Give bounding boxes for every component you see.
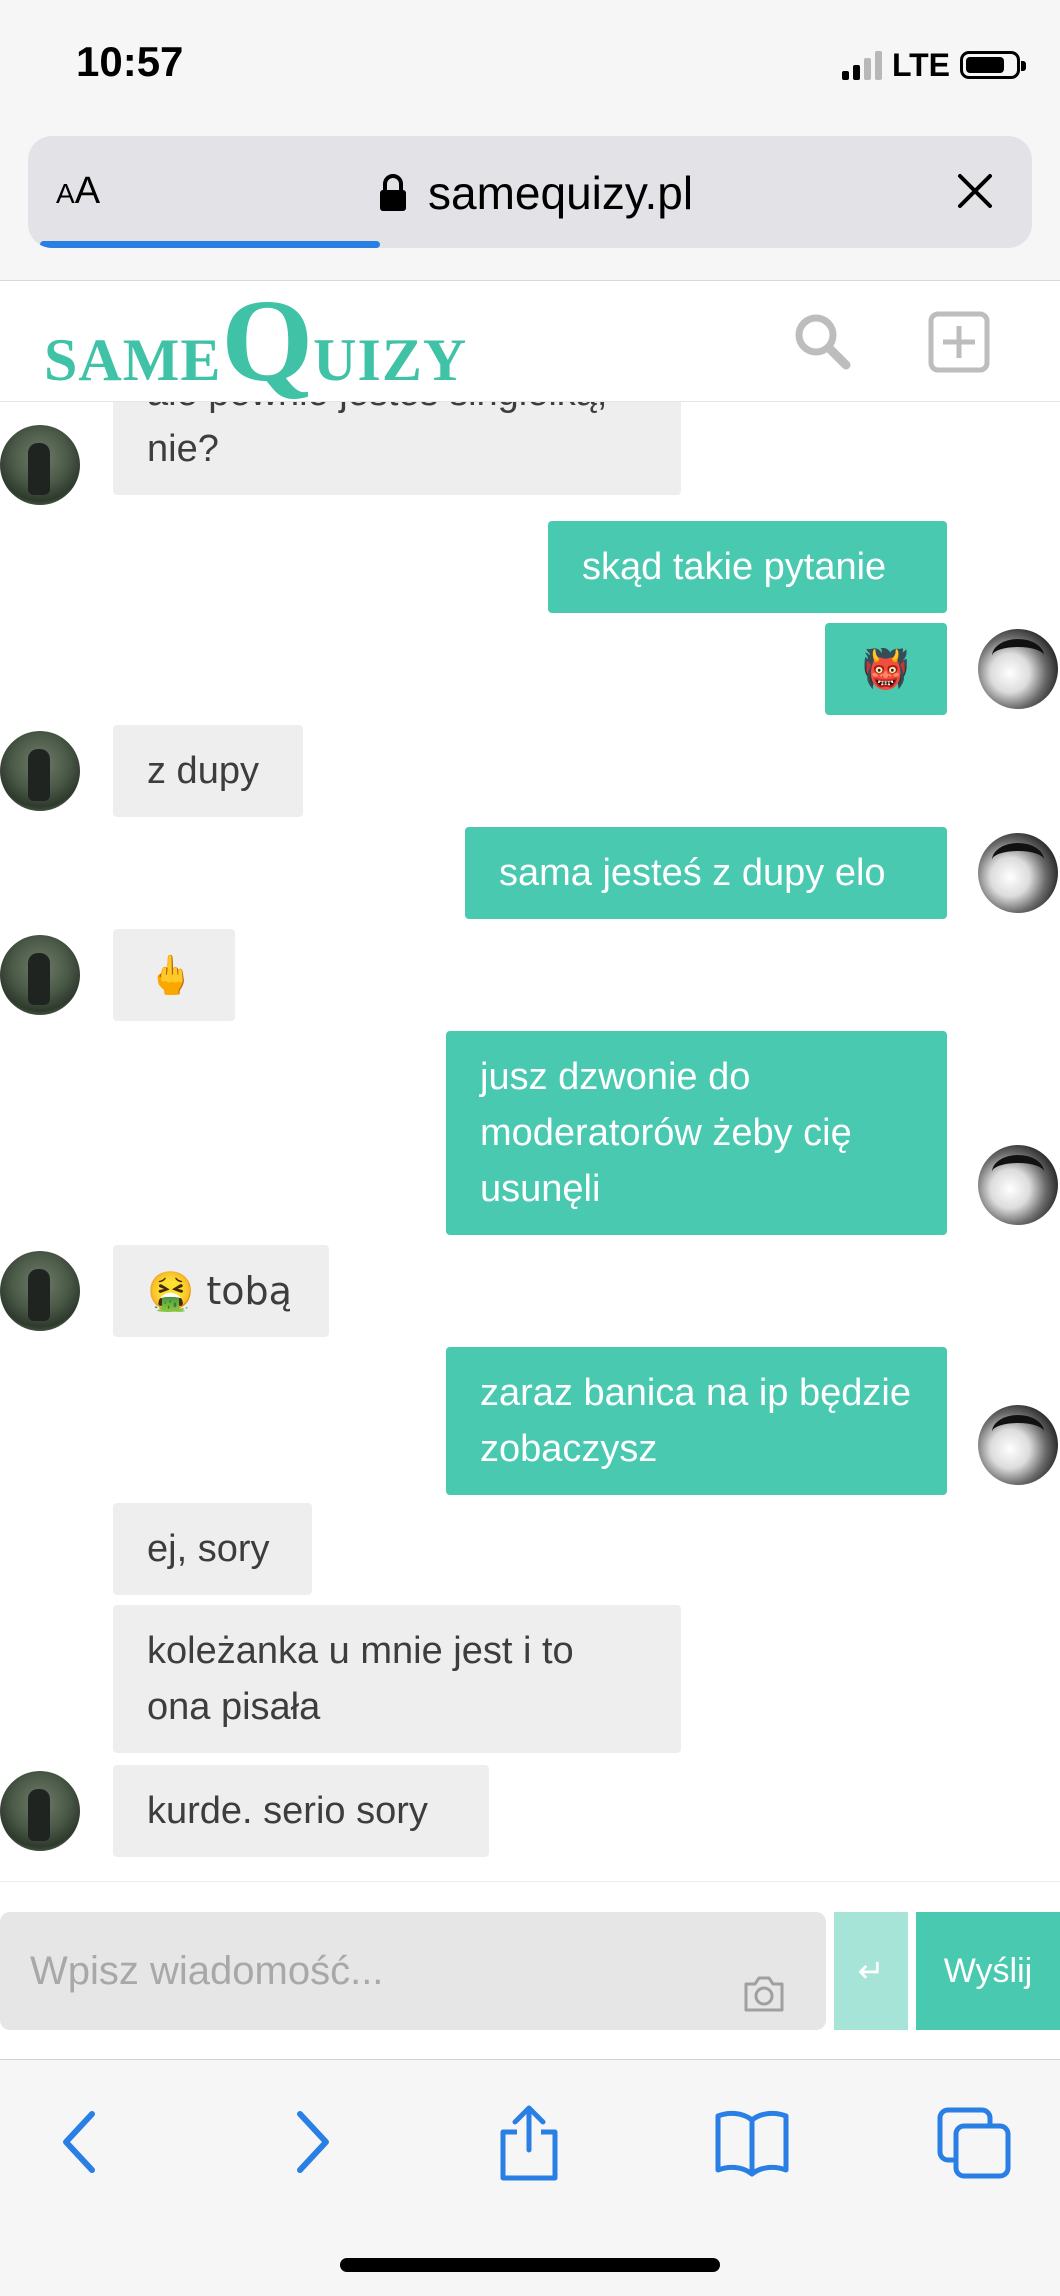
message-received: z dupy xyxy=(113,725,303,817)
chat-messages[interactable]: ale pewnie jesteś singielką, nie? skąd t… xyxy=(0,401,1060,1881)
url-display[interactable]: samequizy.pl xyxy=(378,166,693,220)
message-received: 🤮 tobą xyxy=(113,1245,329,1337)
message-received: kurde. serio sory xyxy=(113,1765,489,1857)
message-received: 🖕 xyxy=(113,929,235,1021)
url-text: samequizy.pl xyxy=(428,167,694,219)
avatar[interactable] xyxy=(0,935,80,1015)
signal-icon xyxy=(841,50,882,80)
message-received: ej, sory xyxy=(113,1503,312,1595)
camera-icon[interactable] xyxy=(742,1974,786,2014)
add-quiz-icon[interactable] xyxy=(928,311,990,373)
samequizy-logo[interactable]: SAMEQUIZY xyxy=(44,282,467,400)
home-indicator xyxy=(340,2258,720,2272)
browser-top-bar: AA samequizy.pl xyxy=(0,130,1060,281)
status-time: 10:57 xyxy=(76,38,184,85)
network-type: LTE xyxy=(891,46,950,83)
message-sent: zaraz banica na ip będzie zobaczysz xyxy=(446,1347,947,1495)
avatar[interactable] xyxy=(978,833,1058,913)
avatar[interactable] xyxy=(978,1405,1058,1485)
close-icon[interactable] xyxy=(950,166,1000,216)
load-progress-bar xyxy=(40,241,380,248)
site-header: SAMEQUIZY xyxy=(0,281,1060,402)
message-received: ale pewnie jesteś singielką, nie? xyxy=(113,401,681,495)
forward-icon[interactable] xyxy=(270,2102,350,2182)
avatar[interactable] xyxy=(0,1771,80,1851)
avatar[interactable] xyxy=(0,731,80,811)
bookmarks-icon[interactable] xyxy=(712,2102,792,2182)
message-sent: 👹 xyxy=(825,623,947,715)
message-sent: sama jesteś z dupy elo xyxy=(465,827,947,919)
message-sent: jusz dzwonie do moderatorów żeby cię usu… xyxy=(446,1031,947,1235)
tabs-icon[interactable] xyxy=(934,2102,1014,2182)
message-input[interactable]: Wpisz wiadomość... xyxy=(0,1912,826,2030)
avatar[interactable] xyxy=(0,425,80,505)
message-received: koleżanka u mnie jest i to ona pisała xyxy=(113,1605,681,1753)
avatar[interactable] xyxy=(978,629,1058,709)
search-icon[interactable] xyxy=(792,311,852,371)
message-sent: skąd takie pytanie xyxy=(548,521,947,613)
lock-icon xyxy=(380,174,406,211)
avatar[interactable] xyxy=(0,1251,80,1331)
send-button[interactable]: Wyślij xyxy=(916,1912,1060,2030)
battery-icon xyxy=(960,51,1026,79)
message-composer: Wpisz wiadomość... ↵ Wyślij xyxy=(0,1881,1060,2060)
back-icon[interactable] xyxy=(42,2102,122,2182)
enter-button[interactable]: ↵ xyxy=(834,1912,908,2030)
share-icon[interactable] xyxy=(489,2102,569,2182)
text-size-button[interactable]: AA xyxy=(56,170,100,213)
status-indicators: LTE xyxy=(841,46,1026,83)
url-bar[interactable]: AA samequizy.pl xyxy=(28,136,1032,248)
browser-toolbar xyxy=(0,2059,1060,2296)
status-bar: 10:57 LTE xyxy=(0,0,1060,130)
avatar[interactable] xyxy=(978,1145,1058,1225)
